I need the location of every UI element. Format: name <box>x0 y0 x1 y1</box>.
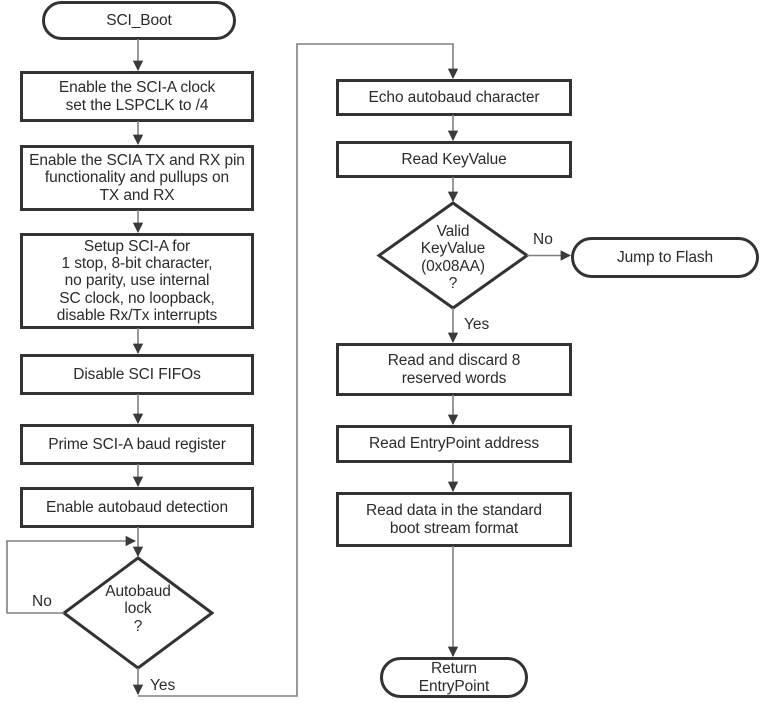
node-return-entrypoint <box>380 657 528 698</box>
node-read-entrypoint <box>336 425 572 463</box>
node-read-reserved <box>336 343 572 396</box>
node-enable-autobaud <box>20 487 254 528</box>
node-sci-boot <box>42 1 236 40</box>
node-prime-baud <box>20 424 254 465</box>
node-read-bootstream <box>336 492 572 547</box>
node-echo-autobaud <box>336 79 572 116</box>
flowchart-diagram: SCI_Boot Enable the SCI-A clock set the … <box>0 0 761 703</box>
flowchart-canvas <box>6 1 759 698</box>
node-enable-clock <box>20 71 254 122</box>
node-read-keyvalue <box>336 141 572 178</box>
node-disable-fifos <box>20 354 254 395</box>
node-setup-scia <box>20 233 254 329</box>
node-enable-pins <box>20 145 254 211</box>
node-valid-keyvalue <box>376 201 530 310</box>
node-jump-to-flash <box>571 237 759 278</box>
node-autobaud-lock <box>61 556 215 670</box>
